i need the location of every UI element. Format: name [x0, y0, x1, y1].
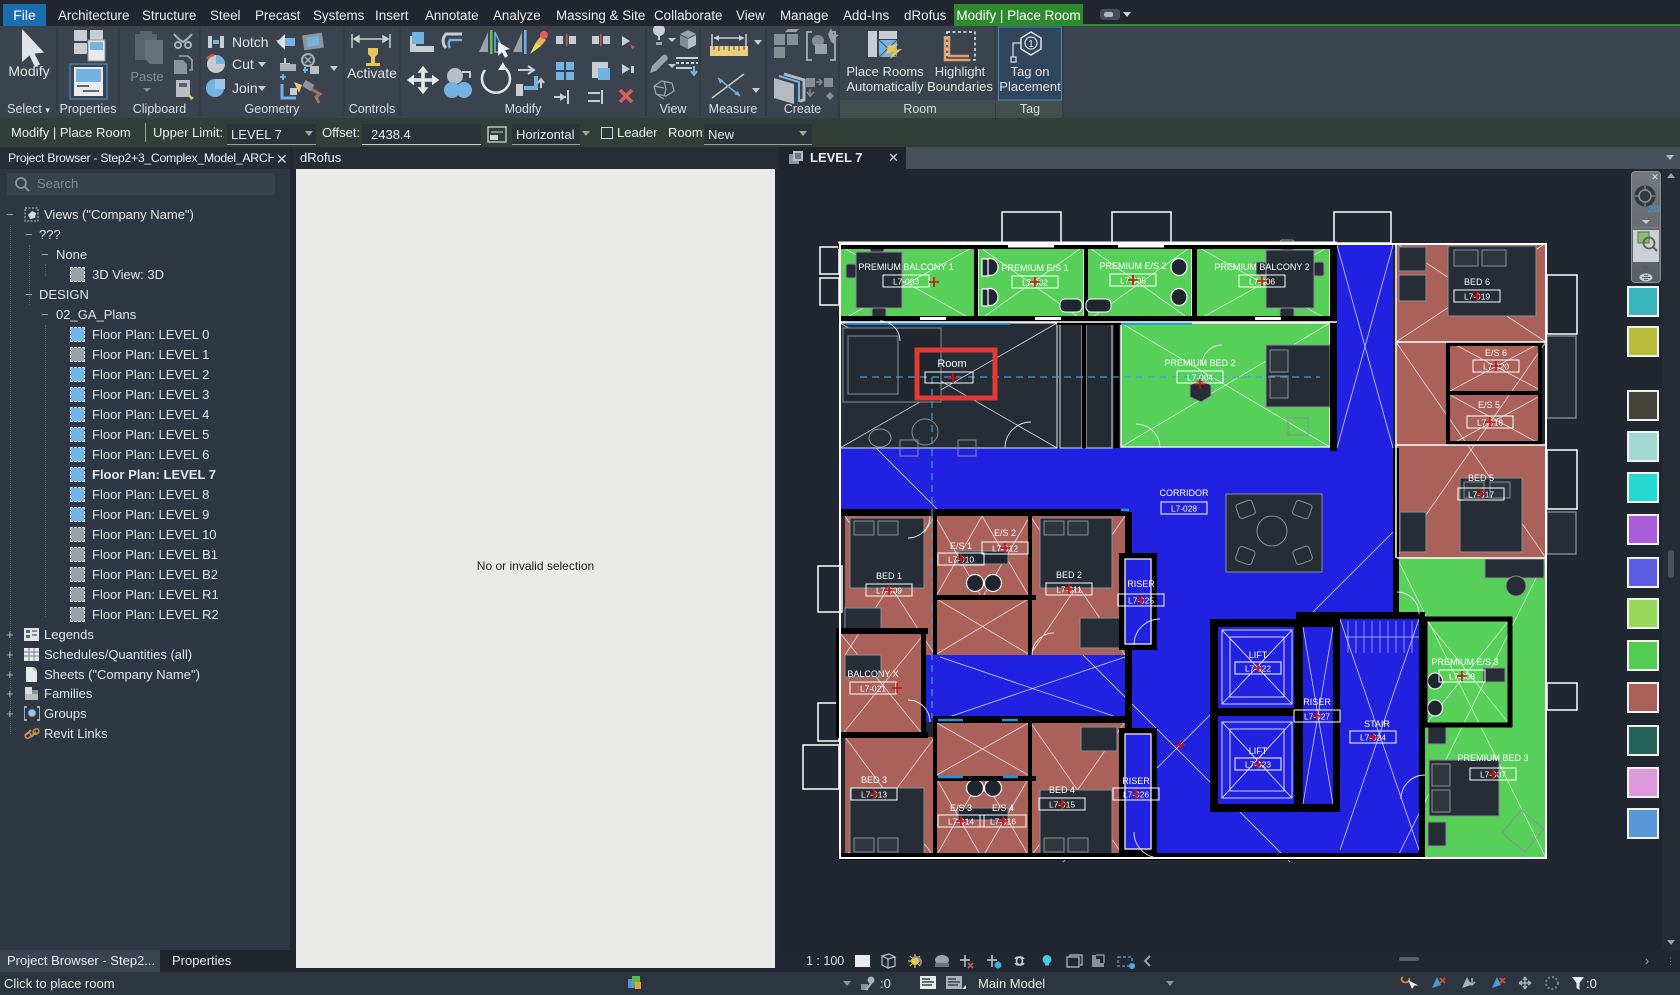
svg-text:Automatically: Automatically	[846, 79, 924, 94]
svg-text:Room: Room	[937, 358, 966, 370]
svg-text:PREMIUM BALCONY 2: PREMIUM BALCONY 2	[1214, 262, 1309, 272]
svg-text:L7-003: L7-003	[893, 277, 919, 287]
svg-text:RISER: RISER	[1127, 579, 1155, 589]
svg-text:PREMIUM BED 2: PREMIUM BED 2	[1164, 358, 1235, 368]
svg-text:BED 5: BED 5	[1468, 473, 1494, 483]
svg-text:E/S 6: E/S 6	[1485, 348, 1507, 358]
svg-text:STAIR: STAIR	[1364, 719, 1390, 729]
svg-text:1: 1	[1028, 39, 1034, 50]
svg-text:BED 3: BED 3	[861, 775, 887, 785]
svg-text:Tag on: Tag on	[1010, 64, 1049, 79]
svg-text:BED 1: BED 1	[876, 571, 902, 581]
svg-text:RISER: RISER	[1122, 776, 1150, 786]
svg-text:Highlight: Highlight	[935, 64, 986, 79]
svg-text:Boundaries: Boundaries	[927, 79, 993, 94]
svg-text:E/S 2: E/S 2	[994, 528, 1016, 538]
svg-text:L7-021: L7-021	[860, 684, 886, 694]
svg-text:PREMIUM E/S 3: PREMIUM E/S 3	[1431, 657, 1498, 667]
svg-text:E/S 4: E/S 4	[992, 803, 1014, 813]
svg-text:BED 6: BED 6	[1464, 277, 1490, 287]
svg-text:LIFT: LIFT	[1249, 746, 1268, 756]
svg-text:Placement: Placement	[999, 79, 1061, 94]
svg-text:E/S 5: E/S 5	[1478, 400, 1500, 410]
svg-text:E/S 3: E/S 3	[950, 803, 972, 813]
svg-text:CORRIDOR: CORRIDOR	[1160, 488, 1209, 498]
svg-text:BED 2: BED 2	[1056, 570, 1082, 580]
svg-text:BED 4: BED 4	[1049, 785, 1075, 795]
svg-text:PREMIUM E/S 2: PREMIUM E/S 2	[1099, 261, 1166, 271]
svg-text:L7-028: L7-028	[1171, 504, 1197, 514]
svg-text:PREMIUM BED 3: PREMIUM BED 3	[1457, 753, 1528, 763]
svg-text:LIFT: LIFT	[1249, 650, 1268, 660]
svg-text:BALCONY X: BALCONY X	[847, 669, 898, 679]
svg-text:PREMIUM E/S 1: PREMIUM E/S 1	[1001, 263, 1068, 273]
svg-text:Activate: Activate	[347, 65, 397, 81]
svg-text:PREMIUM BALCONY 1: PREMIUM BALCONY 1	[858, 262, 953, 272]
svg-text:Place Rooms: Place Rooms	[846, 64, 924, 79]
svg-text:RISER: RISER	[1303, 697, 1331, 707]
svg-text:E/S 1: E/S 1	[950, 541, 972, 551]
